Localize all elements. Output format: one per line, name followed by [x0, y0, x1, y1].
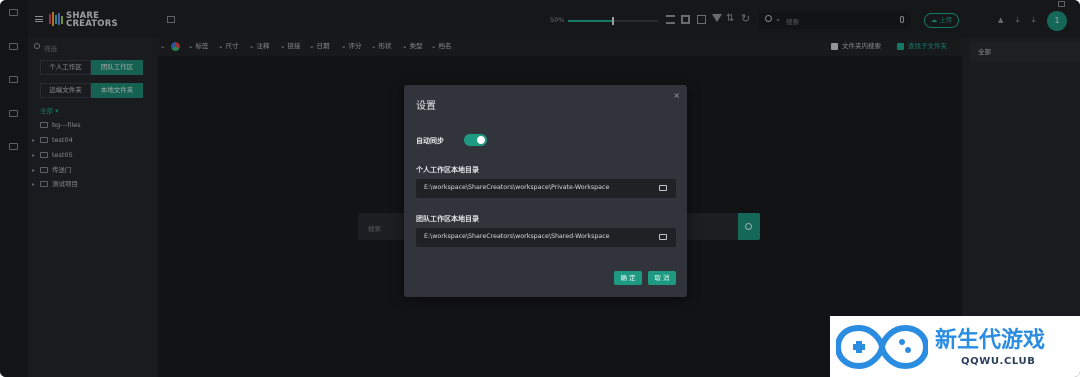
- watermark-subtitle: QQWU.CLUB: [961, 356, 1036, 367]
- cancel-button[interactable]: 取 消: [648, 271, 676, 285]
- dialog-title: 设置: [416, 101, 436, 112]
- watermark-title: 新生代游戏: [935, 328, 1046, 353]
- team-dir-field[interactable]: E:\workspace\ShareCreators\workspace\Sha…: [416, 228, 676, 247]
- toggle-knob: [477, 136, 485, 144]
- folder-icon[interactable]: [659, 185, 667, 191]
- auto-sync-label: 自动同步: [416, 137, 444, 145]
- watermark: 新生代游戏 QQWU.CLUB: [830, 316, 1080, 377]
- team-dir-label: 团队工作区本地目录: [416, 215, 479, 223]
- app-window: SHARE CREATORS 50% ⇅ ↻ ⌄ 搜索 ☁ 上传 ▲ ⤓ ⤓ 1: [0, 0, 1080, 377]
- settings-dialog: 设置 × 自动同步 个人工作区本地目录 E:\workspace\ShareCr…: [404, 85, 687, 297]
- personal-dir-field[interactable]: E:\workspace\ShareCreators\workspace\Pri…: [416, 179, 676, 198]
- close-icon[interactable]: ×: [673, 91, 680, 100]
- personal-dir-label: 个人工作区本地目录: [416, 166, 479, 174]
- auto-sync-toggle[interactable]: [464, 134, 487, 146]
- gamepad-logo-icon: [836, 324, 928, 370]
- confirm-button[interactable]: 确 定: [614, 271, 642, 285]
- folder-icon[interactable]: [659, 234, 667, 240]
